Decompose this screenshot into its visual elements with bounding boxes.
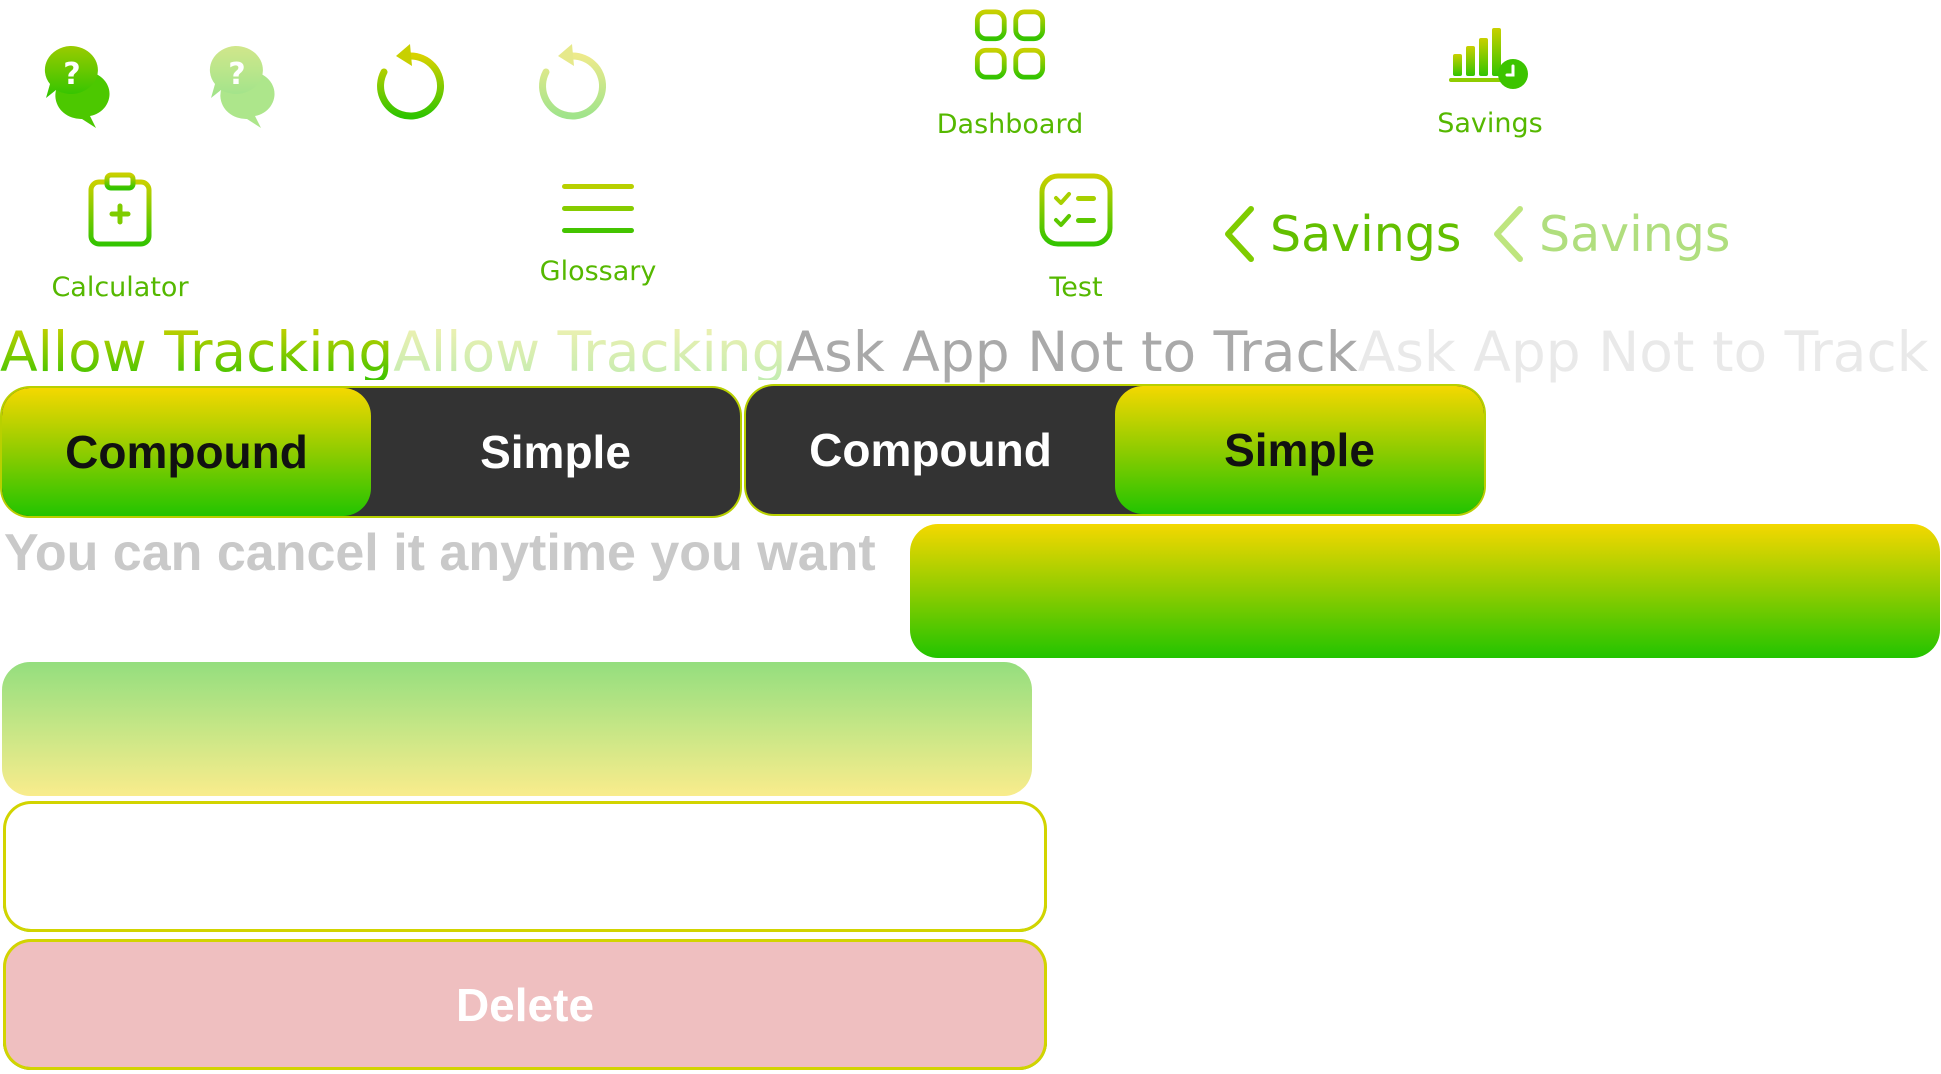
back-button-savings-disabled[interactable]: Savings — [1491, 204, 1730, 264]
reset-icon — [539, 44, 606, 120]
outlined-button[interactable] — [3, 801, 1047, 932]
help-bubbles-icon: ? — [44, 45, 110, 128]
back-button-label: Savings — [1270, 205, 1462, 263]
bar-chart-clock-icon — [1449, 28, 1528, 89]
dashboard-tab[interactable]: Dashboard — [930, 8, 1090, 138]
glossary-label: Glossary — [539, 256, 657, 287]
chevron-left-icon — [1494, 206, 1523, 262]
delete-button[interactable]: Delete — [3, 939, 1047, 1070]
test-label: Test — [1049, 272, 1103, 303]
glossary-tab[interactable]: Glossary — [518, 180, 678, 292]
allow-tracking-button[interactable]: Allow Tracking — [0, 324, 393, 380]
delete-button-label: Delete — [455, 978, 595, 1031]
calculator-label: Calculator — [51, 272, 189, 303]
dashboard-label: Dashboard — [936, 109, 1084, 140]
reset-icon — [377, 44, 444, 120]
ask-not-to-track-button-disabled[interactable]: Ask App Not to Track — [1358, 324, 1929, 380]
help-button[interactable]: ? — [40, 42, 130, 132]
interest-type-segmented-control-alt: Compound Simple — [746, 386, 1484, 514]
tracking-options-row: Allow Tracking Allow Tracking Ask App No… — [0, 318, 1929, 386]
hamburger-icon — [562, 184, 634, 233]
grid-icon — [974, 9, 1046, 80]
cancel-anytime-note: You can cancel it anytime you want — [4, 524, 876, 582]
help-button-disabled[interactable]: ? — [205, 42, 295, 132]
back-button-label: Savings — [1539, 205, 1731, 263]
segment-simple[interactable]: Simple — [371, 388, 740, 516]
checklist-icon — [1039, 173, 1113, 247]
faded-gradient-button[interactable] — [2, 662, 1032, 796]
segment-compound[interactable]: Compound — [746, 386, 1115, 514]
svg-text:?: ? — [228, 57, 245, 92]
primary-gradient-button[interactable] — [910, 524, 1940, 658]
help-bubbles-icon: ? — [209, 45, 275, 128]
savings-tab[interactable]: Savings — [1410, 26, 1570, 138]
allow-tracking-button-disabled[interactable]: Allow Tracking — [393, 324, 786, 380]
segment-simple[interactable]: Simple — [1115, 386, 1484, 514]
savings-label: Savings — [1437, 108, 1543, 139]
calculator-tab[interactable]: Calculator — [40, 172, 200, 302]
svg-text:?: ? — [63, 57, 80, 92]
interest-type-segmented-control: Compound Simple — [2, 388, 740, 516]
test-tab[interactable]: Test — [996, 172, 1156, 302]
ask-not-to-track-button[interactable]: Ask App Not to Track — [787, 324, 1358, 380]
back-button-savings[interactable]: Savings — [1222, 204, 1461, 264]
clipboard-plus-icon — [88, 172, 152, 247]
reset-button-disabled[interactable] — [532, 42, 612, 132]
reset-button[interactable] — [370, 42, 450, 132]
chevron-left-icon — [1225, 206, 1254, 262]
segment-compound[interactable]: Compound — [2, 388, 371, 516]
